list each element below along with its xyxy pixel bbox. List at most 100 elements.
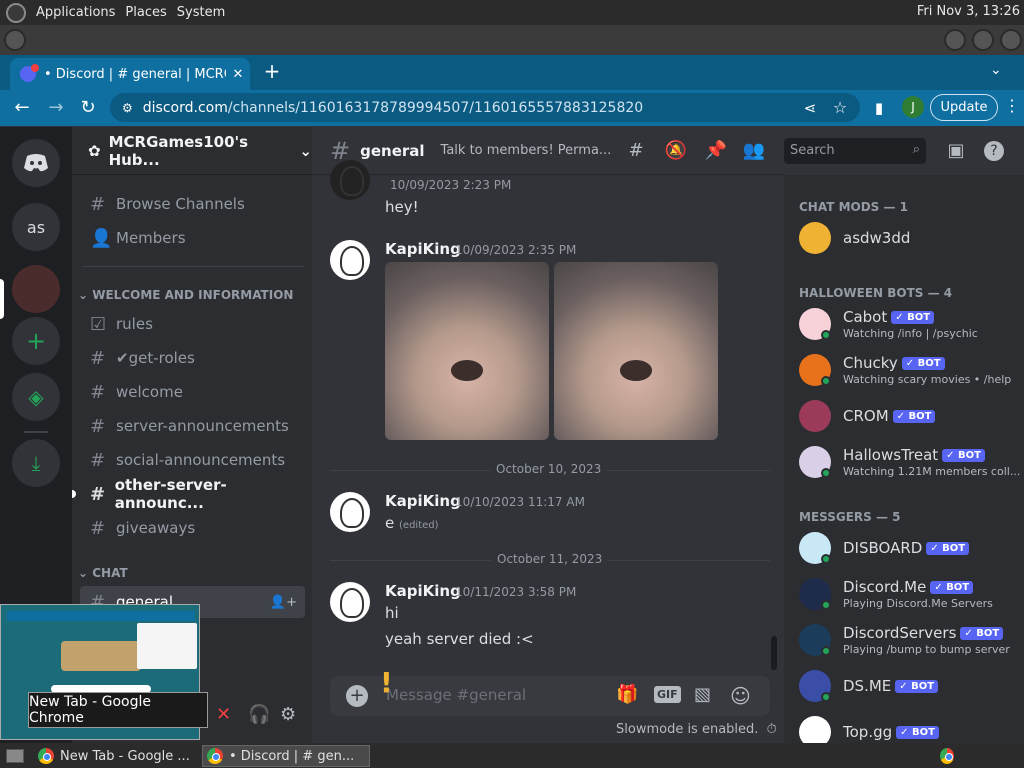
message-timestamp: 10/11/2023 3:58 PM	[455, 585, 577, 599]
member-name[interactable]: DiscordServers ✓ BOT	[843, 624, 1004, 642]
emoji-icon[interactable]: ☺	[730, 684, 751, 708]
search-input[interactable]: Search ⌕	[784, 138, 926, 164]
headphones-icon[interactable]: 🎧	[248, 704, 270, 725]
channel-server-announcements[interactable]: # server-announcements	[80, 410, 305, 442]
taskbar-item-new-tab[interactable]: New Tab - Google ...	[34, 745, 198, 767]
minimize-icon[interactable]	[944, 29, 966, 51]
channel-rules[interactable]: ☑ rules	[80, 308, 305, 340]
deafen-icon[interactable]: ✕	[216, 704, 231, 725]
message-author[interactable]: KapiKing	[385, 240, 461, 258]
member-name[interactable]: HallowsTreat ✓ BOT	[843, 446, 985, 464]
gift-icon[interactable]: 🎁	[616, 684, 638, 705]
browse-channels-label: Browse Channels	[116, 195, 245, 213]
kapiking-avatar[interactable]	[330, 240, 370, 280]
channel-social-announcements[interactable]: # social-announcements	[80, 444, 305, 476]
member-avatar[interactable]	[799, 400, 831, 432]
member-list-icon[interactable]: 👥	[742, 140, 766, 162]
menu-system[interactable]: System	[177, 5, 225, 20]
forward-icon[interactable]: →	[44, 96, 68, 120]
update-button[interactable]: Update	[930, 94, 998, 121]
channel-welcome[interactable]: # welcome	[80, 376, 305, 408]
category-chat-label: CHAT	[92, 566, 128, 580]
channel-rules-label: rules	[116, 315, 153, 333]
clock[interactable]: Fri Nov 3, 13:26	[917, 4, 1020, 19]
member-activity: Watching /info | /psychic	[843, 327, 978, 340]
channel-other-server-announcements-label: other-server-announc...	[114, 476, 227, 512]
kapiking-avatar[interactable]	[330, 582, 370, 622]
message-author[interactable]: KapiKing	[385, 582, 461, 600]
window-menu-icon[interactable]	[4, 29, 26, 51]
back-icon[interactable]: ←	[10, 96, 34, 120]
hash-icon: #	[90, 381, 106, 403]
download-apps-icon[interactable]: ⤓	[12, 439, 60, 487]
tab-search-chevron-icon[interactable]: ⌄	[990, 62, 1002, 78]
taskbar-item-discord[interactable]: • Discord | # gen...	[202, 745, 370, 767]
browser-menu-icon[interactable]: ⋮	[1004, 96, 1020, 115]
member-activity: Watching 1.21M members coll...	[843, 465, 1021, 478]
add-server-icon[interactable]: +	[12, 317, 60, 365]
message-author[interactable]: KapiKing	[385, 492, 461, 510]
member-name[interactable]: Discord.Me ✓ BOT	[843, 578, 974, 596]
channel-other-server-announcements[interactable]: # other-server-announc...	[80, 476, 305, 512]
member-name[interactable]: Chucky ✓ BOT	[843, 354, 945, 372]
channel-giveaways[interactable]: # giveaways	[80, 512, 305, 544]
channel-topic[interactable]: Talk to members! Perma...	[441, 143, 612, 158]
profile-avatar[interactable]: J	[902, 96, 924, 118]
server-mcrgames-icon[interactable]	[12, 265, 60, 313]
user-avatar[interactable]	[330, 160, 370, 200]
member-name[interactable]: DISBOARD ✓ BOT	[843, 539, 970, 557]
new-tab-button[interactable]: +	[260, 60, 284, 84]
gif-icon[interactable]: GIF	[654, 686, 681, 703]
chat-scrollbar[interactable]	[771, 636, 777, 670]
image-attachment[interactable]	[554, 262, 718, 440]
member-name[interactable]: CROM ✓ BOT	[843, 407, 936, 425]
site-info-icon[interactable]: ⚙	[122, 101, 133, 115]
close-tab-icon[interactable]: ✕	[226, 67, 250, 82]
explore-compass-icon[interactable]: ◈	[12, 373, 60, 421]
menu-applications[interactable]: Applications	[36, 5, 115, 20]
tray-chrome-icon[interactable]	[936, 745, 960, 767]
window-titlebar[interactable]	[0, 25, 1024, 55]
channel-get-roles[interactable]: # ✔get-roles	[80, 342, 305, 374]
discord-home-icon[interactable]	[12, 139, 60, 187]
notification-muted-icon[interactable]: 🔕	[664, 140, 688, 162]
bot-badge: ✓ BOT	[895, 680, 939, 693]
member-name[interactable]: Cabot ✓ BOT	[843, 308, 935, 326]
browse-channels[interactable]: # Browse Channels	[80, 188, 305, 220]
tab-discord[interactable]: • Discord | # general | MCRGa ✕	[10, 58, 250, 90]
member-name-text: DiscordServers	[843, 624, 957, 642]
invite-user-icon[interactable]: 👤+	[270, 595, 297, 610]
image-attachment[interactable]	[385, 262, 549, 440]
show-desktop-icon[interactable]	[2, 745, 28, 767]
side-panel-icon[interactable]: ▮	[867, 96, 891, 120]
guild-header[interactable]: ✿ MCRGames100's Hub... ⌄	[72, 127, 312, 175]
member-name[interactable]: Top.gg ✓ BOT	[843, 723, 939, 741]
member-name[interactable]: asdw3dd	[843, 229, 910, 247]
menu-places[interactable]: Places	[125, 5, 166, 20]
address-bar[interactable]: ⚙ discord.com /channels/1160163178789994…	[110, 93, 860, 122]
category-chat[interactable]: ⌄ CHAT	[78, 566, 128, 580]
user-settings-gear-icon[interactable]: ⚙	[280, 704, 296, 725]
close-window-icon[interactable]	[1000, 29, 1022, 51]
reload-icon[interactable]: ↻	[76, 96, 100, 120]
inbox-icon[interactable]: ▣	[944, 140, 968, 162]
help-icon[interactable]: ?	[984, 141, 1004, 161]
sticker-icon[interactable]: ▧	[694, 684, 711, 705]
bookmark-star-icon[interactable]: ☆	[828, 96, 852, 120]
attach-plus-icon[interactable]: +	[346, 685, 368, 707]
browse-channels-icon: #	[90, 193, 106, 215]
dm-avatar[interactable]: as	[12, 203, 60, 251]
timer-icon: ⏱	[766, 722, 777, 737]
share-icon[interactable]: ⋖	[798, 96, 822, 120]
threads-icon[interactable]: #	[624, 140, 648, 162]
kapiking-avatar[interactable]	[330, 492, 370, 532]
member-name[interactable]: DS.ME ✓ BOT	[843, 677, 939, 695]
members-link[interactable]: 👤 Members	[80, 222, 305, 254]
maximize-icon[interactable]	[972, 29, 994, 51]
category-welcome[interactable]: ⌄ WELCOME AND INFORMATION	[78, 288, 293, 302]
gnome-logo-icon[interactable]	[6, 2, 26, 23]
message-composer[interactable]: + Message #general 🎁 GIF ▧ ☺	[330, 676, 770, 716]
pin-icon[interactable]: 📌	[704, 140, 728, 162]
member-name-text: HallowsTreat	[843, 446, 939, 464]
member-avatar[interactable]	[799, 222, 831, 254]
